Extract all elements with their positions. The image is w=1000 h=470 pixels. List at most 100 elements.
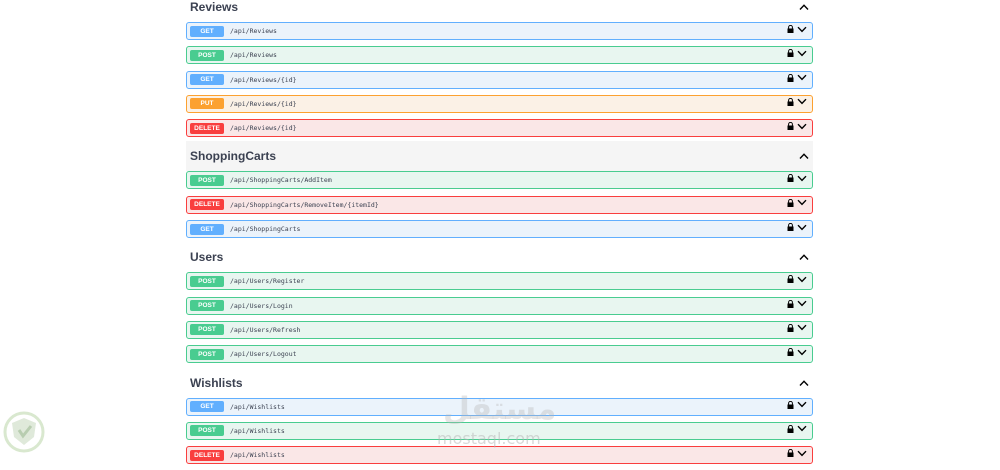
operation-controls: [787, 73, 807, 82]
operation-row[interactable]: DELETE/api/Reviews/{id}: [186, 119, 813, 138]
lock-icon[interactable]: [787, 323, 794, 332]
method-badge: GET: [190, 401, 224, 413]
method-badge: GET: [190, 25, 224, 37]
lock-icon[interactable]: [787, 299, 794, 308]
operation-row[interactable]: GET/api/Reviews: [186, 22, 813, 40]
method-badge: POST: [190, 348, 224, 360]
lock-icon[interactable]: [787, 122, 794, 131]
chevron-down-icon[interactable]: [797, 50, 807, 57]
endpoint-path: /api/Reviews/{id}: [230, 124, 297, 133]
lock-icon[interactable]: [787, 25, 794, 33]
method-badge: POST: [190, 324, 224, 336]
chevron-down-icon[interactable]: [797, 175, 807, 182]
operation-controls: [787, 223, 807, 232]
chevron-up-icon[interactable]: [799, 378, 809, 388]
method-badge: POST: [190, 300, 224, 312]
endpoint-path: /api/Users/Refresh: [230, 325, 301, 334]
watermark-logo-text: مستقل: [443, 391, 557, 427]
endpoint-path: /api/Users/Register: [230, 277, 305, 286]
method-badge: POST: [190, 49, 224, 61]
chevron-up-icon[interactable]: [799, 2, 809, 12]
lock-icon[interactable]: [787, 174, 794, 183]
tag-header[interactable]: Reviews: [186, 0, 813, 22]
operation-controls: [787, 424, 807, 433]
chevron-down-icon[interactable]: [797, 324, 807, 331]
chevron-down-icon[interactable]: [797, 199, 807, 206]
operation-row[interactable]: PUT/api/Reviews/{id}: [186, 94, 813, 113]
method-badge: PUT: [190, 98, 224, 110]
operation-controls: [787, 323, 807, 332]
lock-icon[interactable]: [787, 400, 794, 409]
endpoint-path: /api/ShoppingCarts: [230, 225, 301, 234]
endpoint-path: /api/Reviews/{id}: [230, 99, 297, 108]
operation-row[interactable]: POST/api/Users/Logout: [186, 345, 813, 364]
lock-icon[interactable]: [787, 198, 794, 207]
chevron-down-icon[interactable]: [797, 349, 807, 356]
lock-icon[interactable]: [787, 275, 794, 284]
shield-logo-icon: [2, 406, 50, 454]
operation-controls: [787, 198, 807, 207]
method-badge: POST: [190, 425, 224, 437]
lock-icon[interactable]: [787, 73, 794, 82]
endpoint-path: /api/ShoppingCarts/AddItem: [230, 176, 332, 185]
method-badge: GET: [190, 223, 224, 235]
endpoint-path: /api/Reviews: [230, 27, 277, 35]
operation-row[interactable]: POST/api/Users/Login: [186, 296, 813, 315]
endpoint-path: /api/ShoppingCarts/RemoveItem/{itemId}: [230, 200, 379, 209]
endpoint-path: /api/Reviews: [230, 51, 277, 60]
chevron-down-icon[interactable]: [797, 74, 807, 81]
endpoint-path: /api/Users/Logout: [230, 350, 297, 359]
chevron-up-icon[interactable]: [799, 151, 809, 161]
endpoint-path: /api/Reviews/{id}: [230, 75, 297, 84]
operation-controls: [787, 174, 807, 183]
chevron-down-icon[interactable]: [797, 26, 807, 33]
tag-section-reviews: Reviews GET/api/Reviews POST/api/Reviews GE…: [186, 0, 813, 138]
tag-title: Reviews: [190, 0, 239, 14]
operation-controls: [787, 400, 807, 409]
operation-row[interactable]: POST/api/Users/Register: [186, 272, 813, 291]
chevron-down-icon[interactable]: [797, 401, 807, 408]
chevron-up-icon[interactable]: [799, 252, 809, 262]
method-badge: POST: [190, 275, 224, 287]
watermark-domain: mostaql.com: [437, 429, 541, 448]
chevron-down-icon[interactable]: [797, 224, 807, 231]
chevron-down-icon[interactable]: [797, 123, 807, 130]
tag-header[interactable]: Users: [186, 242, 813, 272]
tag-title: ShoppingCarts: [190, 149, 276, 164]
chevron-down-icon[interactable]: [797, 425, 807, 432]
operation-controls: [787, 449, 807, 458]
operation-row[interactable]: POST/api/ShoppingCarts/AddItem: [186, 171, 813, 190]
operation-row[interactable]: POST/api/Reviews: [186, 46, 813, 65]
operation-controls: [787, 49, 807, 58]
lock-icon[interactable]: [787, 449, 794, 458]
operation-controls: [787, 122, 807, 131]
method-badge: GET: [190, 74, 224, 86]
tag-section-shoppingcarts: ShoppingCarts POST/api/ShoppingCarts/AddI…: [186, 141, 813, 239]
tag-title: Wishlists: [190, 375, 243, 390]
lock-icon[interactable]: [787, 424, 794, 433]
operation-controls: [787, 25, 807, 33]
operation-controls: [787, 97, 807, 106]
method-badge: DELETE: [190, 122, 224, 134]
operation-row[interactable]: POST/api/Users/Refresh: [186, 320, 813, 339]
operation-controls: [787, 275, 807, 284]
endpoint-path: /api/Wishlists: [230, 426, 285, 435]
lock-icon[interactable]: [787, 49, 794, 58]
operation-controls: [787, 299, 807, 308]
chevron-down-icon[interactable]: [797, 300, 807, 307]
method-badge: DELETE: [190, 199, 224, 211]
endpoint-path: /api/Users/Login: [230, 301, 293, 310]
lock-icon[interactable]: [787, 97, 794, 106]
chevron-down-icon[interactable]: [797, 276, 807, 283]
chevron-down-icon[interactable]: [797, 98, 807, 105]
watermark: مستقل mostaql.com: [436, 388, 586, 458]
operation-row[interactable]: GET/api/ShoppingCarts: [186, 220, 813, 239]
operation-row[interactable]: DELETE/api/ShoppingCarts/RemoveItem/{ite…: [186, 195, 813, 214]
tag-header[interactable]: ShoppingCarts: [186, 141, 813, 172]
operation-controls: [787, 348, 807, 357]
tag-title: Users: [190, 250, 224, 265]
operation-row[interactable]: GET/api/Reviews/{id}: [186, 70, 813, 89]
chevron-down-icon[interactable]: [797, 450, 807, 457]
lock-icon[interactable]: [787, 348, 794, 357]
lock-icon[interactable]: [787, 223, 794, 232]
